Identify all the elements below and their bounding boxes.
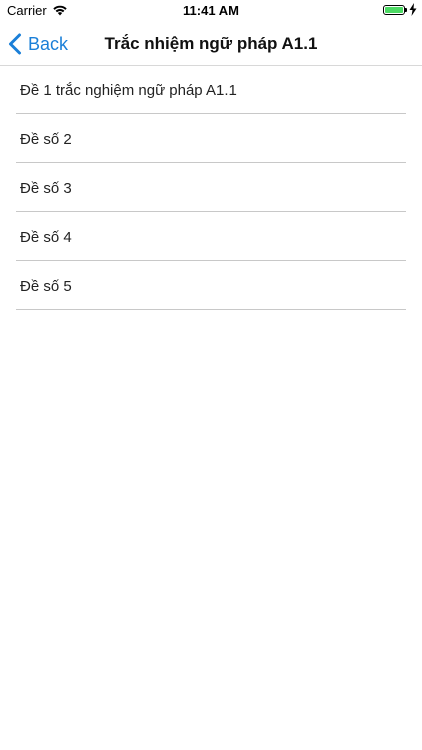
charging-bolt-icon xyxy=(409,3,417,16)
list-item[interactable]: Đề 1 trắc nghiệm ngữ pháp A1.1 xyxy=(16,66,406,114)
list-item[interactable]: Đề số 2 xyxy=(16,115,406,163)
exam-list: Đề 1 trắc nghiệm ngữ pháp A1.1 Đề số 2 Đ… xyxy=(16,66,406,311)
battery-icon xyxy=(383,5,407,15)
status-bar: Carrier 11:41 AM xyxy=(0,0,422,22)
battery-cap xyxy=(405,8,407,12)
back-label: Back xyxy=(28,33,69,54)
list-item-label: Đề số 4 xyxy=(20,228,72,246)
list-item-label: Đề số 3 xyxy=(20,179,72,197)
status-time: 11:41 AM xyxy=(183,3,239,18)
list-item[interactable]: Đề số 3 xyxy=(16,164,406,212)
list-item-label: Đề số 2 xyxy=(20,130,72,148)
back-button[interactable]: Back xyxy=(8,22,68,66)
chevron-left-icon xyxy=(9,33,21,55)
navigation-bar: Trắc nhiệm ngữ pháp A1.1 Back xyxy=(0,22,422,66)
list-item-label: Đề 1 trắc nghiệm ngữ pháp A1.1 xyxy=(20,81,237,99)
list-item[interactable]: Đề số 5 xyxy=(16,262,406,310)
list-item[interactable]: Đề số 4 xyxy=(16,213,406,261)
battery-level xyxy=(385,7,403,13)
list-item-label: Đề số 5 xyxy=(20,277,72,295)
screen: Carrier 11:41 AM Trắc nhiệm ngữ pháp A1.… xyxy=(0,0,422,750)
